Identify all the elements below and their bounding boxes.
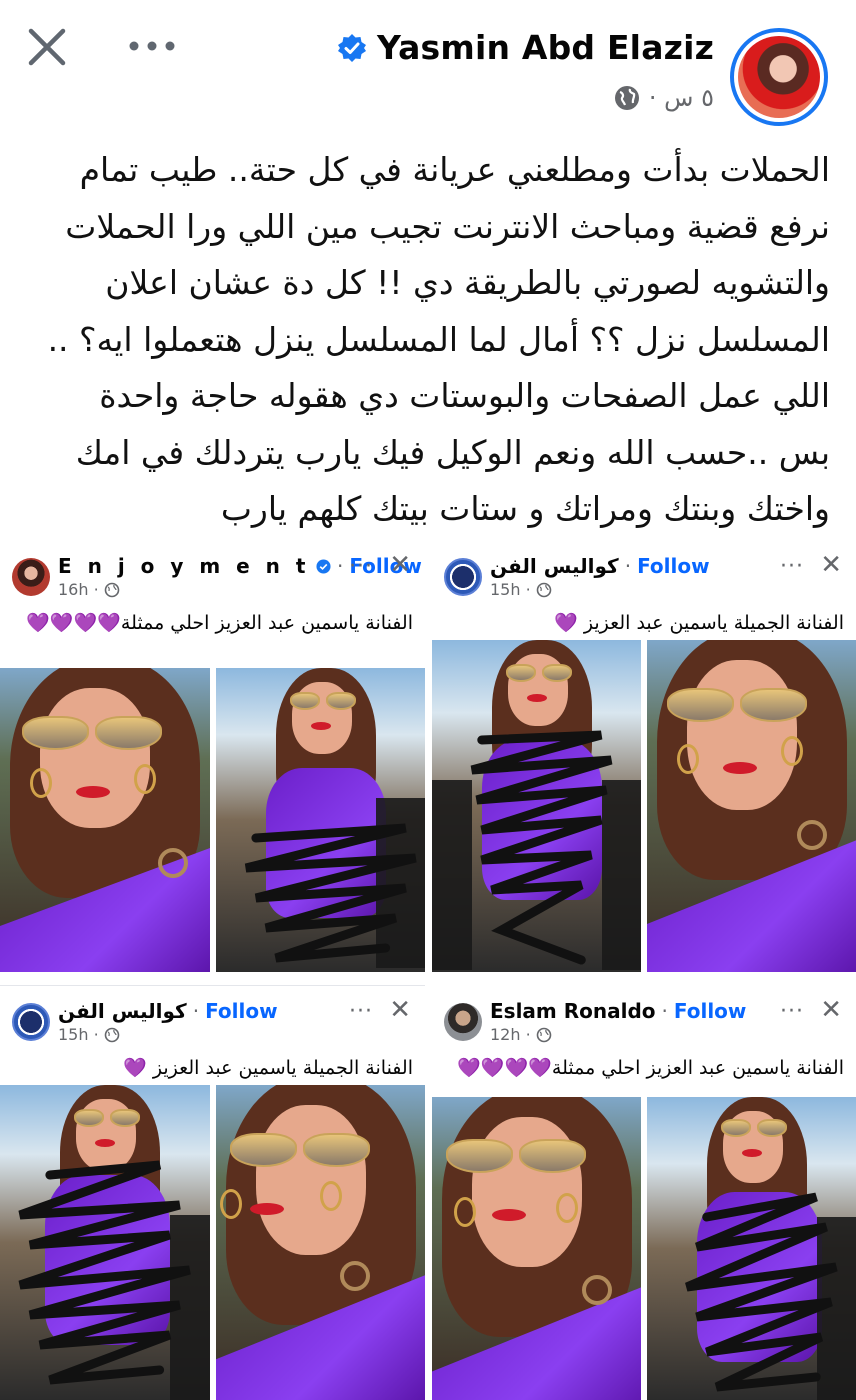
globe-icon [536, 1027, 551, 1042]
card-header: Eslam Ronaldo · Follow [490, 999, 746, 1023]
card-time: 15h · [490, 580, 552, 599]
post-header: Yasmin Abd Elaziz ٥ س · [0, 0, 856, 140]
author-name[interactable]: Yasmin Abd Elaziz [377, 28, 714, 67]
card-caption: الفنانة الجميلة ياسمين عبد العزيز 💜 [123, 1057, 413, 1079]
page-avatar[interactable] [12, 1003, 50, 1041]
post-line: نرفع قضية ومباحث الانترنت تجيب مين اللي … [65, 206, 830, 246]
verified-badge-icon [338, 33, 367, 62]
time-label: 15h · [490, 580, 531, 599]
scribble-censor [470, 730, 613, 965]
card-more-button[interactable]: ··· [780, 999, 804, 1024]
photo-pair [432, 1097, 856, 1400]
close-button[interactable] [22, 22, 72, 72]
author-avatar[interactable] [730, 28, 828, 126]
shared-post-card[interactable]: Eslam Ronaldo · Follow 12h · ··· ✕ الفنا… [432, 985, 856, 1400]
card-close-button[interactable]: ✕ [820, 997, 842, 1023]
time-label: 15h · [58, 1025, 99, 1044]
divider [0, 985, 425, 986]
scribble-censor [244, 823, 417, 963]
page-avatar[interactable] [444, 1003, 482, 1041]
shared-post-card[interactable]: كواليس الفن · Follow 15h · ··· ✕ الفنانة… [0, 985, 425, 1400]
photo-closeup[interactable] [432, 1097, 641, 1400]
scribble-censor [685, 1192, 838, 1392]
page-avatar[interactable] [12, 558, 50, 596]
separator-dot: · [624, 554, 632, 578]
post-time[interactable]: ٥ س · [649, 84, 714, 112]
post-line: المسلسل نزل ؟؟ أمال لما المسلسل ينزل هتع… [47, 319, 830, 359]
follow-button[interactable]: Follow [674, 999, 747, 1023]
card-caption: الفنانة ياسمين عبد العزيز احلي ممثلة💜💜💜💜 [26, 612, 413, 634]
card-close-button[interactable]: ✕ [389, 997, 411, 1023]
page-avatar[interactable] [444, 558, 482, 596]
photo-closeup[interactable] [0, 668, 210, 972]
photo-full-body[interactable] [432, 640, 641, 972]
photo-full-body[interactable] [0, 1085, 210, 1400]
page-name[interactable]: Eslam Ronaldo [490, 999, 656, 1023]
card-header: كواليس الفن · Follow [58, 999, 278, 1023]
post-line: والتشويه لصورتي بالطريقة دي !! كل دة عشا… [105, 263, 830, 302]
page-name[interactable]: كواليس الفن [58, 999, 187, 1023]
card-caption: الفنانة الجميلة ياسمين عبد العزيز 💜 [554, 612, 844, 634]
close-icon [28, 28, 66, 66]
card-time: 15h · [58, 1025, 120, 1044]
post-body: الحملات بدأت ومطلعني عريانة في كل حتة.. … [40, 142, 830, 538]
card-close-button[interactable]: ✕ [389, 552, 411, 578]
globe-icon [536, 582, 551, 597]
post-line: بس ..حسب الله ونعم الوكيل فيك يارب يتردل… [75, 432, 830, 472]
photo-pair [432, 640, 856, 972]
follow-button[interactable]: Follow [637, 554, 710, 578]
time-label: 16h · [58, 580, 99, 599]
photo-closeup[interactable] [215, 1085, 425, 1400]
globe-icon [104, 1027, 119, 1042]
avatar-image [738, 36, 820, 118]
post-line: اللي عمل الصفحات والبوستات دي هقوله حاجة… [99, 376, 830, 415]
photo-closeup[interactable] [647, 640, 856, 972]
card-more-button[interactable]: ··· [780, 554, 804, 579]
follow-button[interactable]: Follow [205, 999, 278, 1023]
post-line: واختك وبنتك ومراتك و ستات بيتك كلهم يارب [220, 489, 830, 528]
page-name[interactable]: E n j o y m e n t [58, 554, 310, 578]
attached-screenshots-grid[interactable]: E n j o y m e n t · Follow 16h · ··· ✕ ا… [0, 540, 856, 1400]
photo-pair [0, 668, 425, 972]
photo-pair [0, 1085, 425, 1400]
page-name[interactable]: كواليس الفن [490, 554, 619, 578]
photo-full-body[interactable] [647, 1097, 856, 1400]
more-horizontal-icon [129, 41, 175, 51]
shared-post-card[interactable]: E n j o y m e n t · Follow 16h · ··· ✕ ا… [0, 540, 425, 972]
photo-full-body[interactable] [215, 668, 425, 972]
card-more-button[interactable]: ··· [349, 554, 373, 579]
card-close-button[interactable]: ✕ [820, 552, 842, 578]
separator-dot: · [192, 999, 200, 1023]
separator-dot: · [336, 554, 344, 578]
post-line: الحملات بدأت ومطلعني عريانة في كل حتة.. … [79, 150, 830, 189]
globe-icon [614, 86, 639, 110]
card-header: كواليس الفن · Follow [490, 554, 710, 578]
scribble-censor [18, 1160, 191, 1385]
verified-badge-icon [316, 558, 331, 574]
post-meta: ٥ س · [613, 84, 714, 112]
separator-dot: · [661, 999, 668, 1023]
card-time: 12h · [490, 1025, 552, 1044]
author-row: Yasmin Abd Elaziz [337, 28, 714, 67]
globe-icon [104, 582, 119, 597]
shared-post-card[interactable]: كواليس الفن · Follow 15h · ··· ✕ الفنانة… [432, 540, 856, 972]
card-caption: الفنانة ياسمين عبد العزيز احلي ممثلة💜💜💜💜 [457, 1057, 844, 1079]
card-time: 16h · [58, 580, 120, 599]
card-more-button[interactable]: ··· [349, 999, 373, 1024]
time-label: 12h · [490, 1025, 531, 1044]
more-options-button[interactable] [124, 26, 180, 66]
